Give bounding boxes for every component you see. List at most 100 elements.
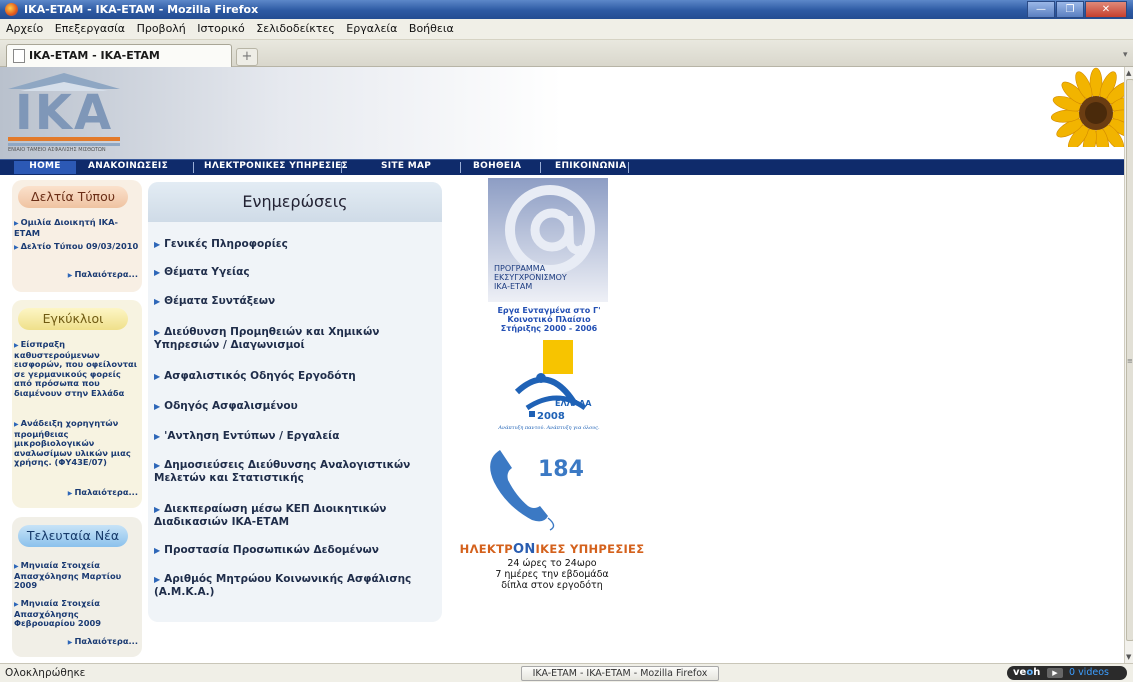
nav-separator (540, 162, 541, 173)
nav-separator (460, 162, 461, 173)
menu-view[interactable]: Προβολή (133, 19, 190, 35)
press-releases-title[interactable]: Δελτία Τύπου (18, 186, 128, 208)
phone-icon: 184 (490, 450, 584, 531)
updates-item[interactable]: ▶ Θέματα Υγείας (154, 266, 424, 279)
veoh-video-count: 0 videos (1069, 667, 1109, 678)
arrow-icon: ▶ (154, 268, 161, 277)
logo-subtitle: ΕΝΙΑΙΟ ΤΑΜΕΙΟ ΑΣΦΑΛΙΣΗΣ ΜΙΣΘΩΤΩΝ (8, 147, 106, 153)
latest-news-title[interactable]: Τελευταία Νέα (18, 525, 128, 547)
arrow-icon: ▶ (154, 575, 161, 584)
menu-bar: Αρχείο Επεξεργασία Προβολή Ιστορικό Σελι… (0, 19, 1133, 40)
eu-framework-link[interactable]: Εργα Ενταγμένα στο Γ' Κοινοτικό Πλαίσιο … (487, 306, 611, 333)
updates-item[interactable]: ▶ Διεκπεραίωση μέσω ΚΕΠ Διοικητικών Διαδι… (154, 503, 424, 528)
updates-item[interactable]: ▶ 'Αντληση Εντύπων / Εργαλεία (154, 430, 424, 443)
svg-text:Ανάπτυξη παντού. Ανάπτυξη για: Ανάπτυξη παντού. Ανάπτυξη για όλους. (497, 424, 600, 431)
status-bar: Ολοκληρώθηκε IKA-ETAM - IKA-ETAM - Mozil… (0, 663, 1133, 682)
modernization-banner[interactable]: ΠΡΟΓΡΑΜΜΑ ΕΚΣΥΓΧΡΟΝΙΣΜΟΥ ΙΚΑ-ΕΤΑΜ (488, 178, 608, 302)
menu-edit[interactable]: Επεξεργασία (51, 19, 129, 35)
circular-item[interactable]: Είσπραξη καθυστερούμενων εισφορών, που ο… (14, 339, 140, 398)
logo-text: IKA (14, 85, 114, 141)
news-item[interactable]: Μηνιαία Στοιχεία Απασχόλησης Μαρτίου 200… (14, 560, 140, 591)
news-more-link[interactable]: Παλαιότερα... (68, 636, 138, 646)
tab-list-icon[interactable]: ▾ (1123, 50, 1131, 60)
arrow-icon: ▶ (154, 372, 161, 381)
menu-history[interactable]: Ιστορικό (193, 19, 249, 35)
press-releases-box: Δελτία Τύπου Ομιλία Διοικητή ΙΚΑ-ΕΤΑΜ Δε… (12, 180, 142, 292)
updates-item[interactable]: ▶ Αριθμός Μητρώου Κοινωνικής Ασφάλισης (Α… (154, 573, 424, 598)
taskbar-item[interactable]: IKA-ETAM - IKA-ETAM - Mozilla Firefox (521, 666, 719, 681)
site-header: IKA ΕΝΙΑΙΟ ΤΑΜΕΙΟ ΑΣΦΑΛΙΣΗΣ ΜΙΣΘΩΤΩΝ (0, 67, 1124, 159)
press-item[interactable]: Δελτίο Τύπου 09/03/2010 (14, 241, 140, 253)
greece-2008-logo: ΕΛΛΑΔΑ 2008 Ανάπτυξη παντού. Ανάπτυξη γι… (497, 340, 600, 431)
phone-184-banner[interactable]: 184 (478, 440, 606, 532)
tab-strip: IKA-ETAM - IKA-ETAM + ▾ (0, 40, 1133, 67)
updates-item[interactable]: ▶ Δημοσιεύσεις Διεύθυνσης Αναλογιστικών Μ… (154, 459, 424, 484)
main-nav: HOME ΑΝΑΚΟΙΝΩΣΕΙΣ ΗΛΕΚΤΡΟΝΙΚΕΣ ΥΠΗΡΕΣΙΕΣ… (0, 159, 1124, 175)
veoh-logo: veoh (1013, 667, 1041, 678)
updates-item[interactable]: ▶ Προστασία Προσωπικών Δεδομένων (154, 544, 424, 557)
nav-eservices[interactable]: ΗΛΕΚΤΡΟΝΙΚΕΣ ΥΠΗΡΕΣΙΕΣ (204, 161, 348, 171)
ika-logo[interactable]: IKA ΕΝΙΑΙΟ ΤΑΜΕΙΟ ΑΣΦΑΛΙΣΗΣ ΜΙΣΘΩΤΩΝ (8, 73, 120, 153)
updates-item[interactable]: ▶ Γενικές Πληροφορίες (154, 238, 424, 251)
updates-item[interactable]: ▶ Διεύθυνση Προμηθειών και Χημικών Υπηρεσ… (154, 326, 424, 351)
nav-sitemap[interactable]: SITE MAP (381, 161, 431, 171)
news-item[interactable]: Μηνιαία Στοιχεία Απασχόλησης Φεβρουαρίου… (14, 598, 140, 629)
updates-item[interactable]: ▶ Οδηγός Ασφαλισμένου (154, 400, 424, 413)
circulars-more-link[interactable]: Παλαιότερα... (68, 487, 138, 497)
modernization-text: ΠΡΟΓΡΑΜΜΑ ΕΚΣΥΓΧΡΟΝΙΣΜΟΥ ΙΚΑ-ΕΤΑΜ (494, 264, 567, 291)
press-item[interactable]: Ομιλία Διοικητή ΙΚΑ-ΕΤΑΜ (14, 217, 140, 238)
nav-contact[interactable]: ΕΠΙΚΟΙΝΩΝΙΑ (555, 161, 626, 171)
menu-bookmarks[interactable]: Σελιδοδείκτες (252, 19, 339, 35)
tab-ika-etam[interactable]: IKA-ETAM - IKA-ETAM (6, 44, 232, 67)
menu-help[interactable]: Βοήθεια (405, 19, 458, 35)
veoh-widget[interactable]: veoh ▶ 0 videos (1007, 666, 1127, 680)
svg-text:ΕΛΛΑΔΑ: ΕΛΛΑΔΑ (555, 399, 592, 408)
arrow-icon: ▶ (154, 432, 161, 441)
nav-help[interactable]: ΒΟΗΘΕΙΑ (473, 161, 521, 171)
window-titlebar: IKA-ETAM - IKA-ETAM - Mozilla Firefox — … (0, 0, 1133, 19)
circular-item[interactable]: Ανάδειξη χορηγητών προμήθειας μικροβιολο… (14, 418, 140, 468)
page-icon (13, 49, 25, 63)
updates-title: Ενημερώσεις (148, 182, 442, 222)
svg-text:184: 184 (538, 457, 584, 482)
circulars-box: Εγκύκλιοι Είσπραξη καθυστερούμενων εισφο… (12, 300, 142, 508)
nav-announcements[interactable]: ΑΝΑΚΟΙΝΩΣΕΙΣ (88, 161, 168, 171)
updates-panel: Ενημερώσεις ▶ Γενικές Πληροφορίες ▶ Θέματα… (148, 182, 442, 622)
arrow-icon: ▶ (154, 546, 161, 555)
greece-2008-banner[interactable]: ΕΛΛΑΔΑ 2008 Ανάπτυξη παντού. Ανάπτυξη γι… (487, 340, 611, 435)
tab-label: IKA-ETAM - IKA-ETAM (29, 49, 160, 62)
updates-item[interactable]: ▶ Ασφαλιστικός Οδηγός Εργοδότη (154, 370, 424, 383)
scroll-down-icon[interactable]: ▼ (1126, 653, 1131, 661)
arrow-icon: ▶ (154, 461, 161, 470)
eservices-title[interactable]: ΗΛΕΚΤΡΟΝΙΚΕΣ ΥΠΗΡΕΣΙΕΣ (452, 542, 652, 557)
menu-file[interactable]: Αρχείο (0, 19, 47, 35)
nav-separator (341, 162, 342, 173)
arrow-icon: ▶ (154, 328, 161, 337)
circulars-title[interactable]: Εγκύκλιοι (18, 308, 128, 330)
menu-tools[interactable]: Εργαλεία (342, 19, 401, 35)
latest-news-box: Τελευταία Νέα Μηνιαία Στοιχεία Απασχόλησ… (12, 517, 142, 657)
sunflower-image (1034, 67, 1124, 147)
vertical-scrollbar[interactable]: ▲ ≡ ▼ (1124, 67, 1133, 663)
window-title: IKA-ETAM - IKA-ETAM - Mozilla Firefox (24, 3, 259, 16)
nav-separator (628, 162, 629, 173)
nav-home[interactable]: HOME (14, 161, 76, 174)
close-icon[interactable]: ✕ (1085, 1, 1127, 18)
maximize-icon[interactable]: ❐ (1056, 1, 1084, 18)
eservices-description: 24 ώρες το 24ωρο 7 ημέρες την εβδομάδα δ… (495, 558, 609, 591)
logo-blue-bar (8, 143, 120, 146)
updates-item[interactable]: ▶ Θέματα Συντάξεων (154, 295, 424, 308)
scroll-up-icon[interactable]: ▲ (1126, 69, 1131, 77)
arrow-icon: ▶ (154, 297, 161, 306)
arrow-icon: ▶ (154, 240, 161, 249)
window-controls: — ❐ ✕ (1027, 1, 1127, 18)
play-icon: ▶ (1047, 668, 1063, 678)
press-more-link[interactable]: Παλαιότερα... (68, 269, 138, 279)
arrow-icon: ▶ (154, 505, 161, 514)
nav-separator (193, 162, 194, 173)
status-text: Ολοκληρώθηκε (5, 667, 86, 679)
minimize-icon[interactable]: — (1027, 1, 1055, 18)
grip-icon: ≡ (1127, 357, 1133, 365)
new-tab-button[interactable]: + (236, 48, 258, 66)
svg-text:2008: 2008 (537, 411, 565, 422)
